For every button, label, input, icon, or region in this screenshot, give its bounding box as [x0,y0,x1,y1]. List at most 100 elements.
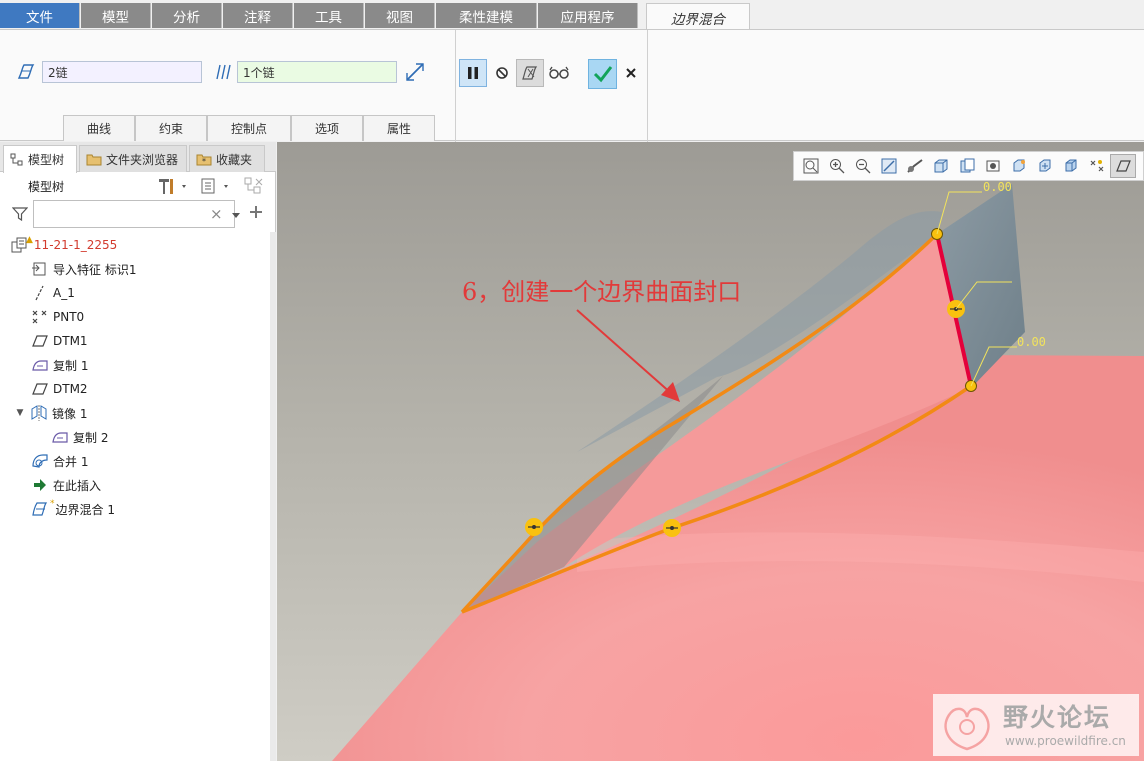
tree-search-row: × [8,200,270,230]
tree-search-input[interactable] [33,200,235,228]
verify-mode-button[interactable] [545,59,573,87]
tree-settings-icon[interactable] [156,176,190,199]
annotation-display-icon[interactable] [1032,154,1058,178]
search-options-icon[interactable] [231,209,241,223]
tab-flexible-modeling[interactable]: 柔性建模 [436,3,537,28]
repaint-icon[interactable] [876,154,902,178]
filter-icon[interactable] [11,206,29,225]
tab-applications[interactable]: 应用程序 [538,3,638,28]
geometry-preview-button[interactable] [516,59,544,87]
copy-surface-icon [51,428,69,446]
import-feature-icon [31,260,49,278]
view-toolbar [793,151,1144,181]
tree-item-label: A_1 [53,286,75,300]
tree-item-label: 合并 1 [53,454,89,469]
view-manager-icon[interactable] [954,154,980,178]
ribbon-separator [455,30,456,142]
boundary-blend-icon [31,500,49,518]
first-direction-icon[interactable] [15,61,37,83]
add-filter-icon[interactable] [249,205,263,222]
graphics-viewport[interactable]: 0.00 0.00 6，创建一个边界曲面封口 野火论坛 www.proewild… [277,142,1144,761]
saved-views-icon[interactable] [928,154,954,178]
folder-icon [86,154,102,166]
collapse-arrow-icon[interactable]: ▼ [14,408,26,418]
merge-icon [31,452,49,470]
tree-item-merge-1[interactable]: 合并 1 [31,450,88,472]
tree-item-insert-here[interactable]: 在此插入 [31,474,101,496]
tab-model-tree[interactable]: 模型树 [3,145,77,173]
subtab-constraints[interactable]: 约束 [135,115,207,141]
forum-logo-icon [944,707,990,751]
tree-item-point[interactable]: PNT0 [31,306,84,328]
second-direction-icon[interactable] [212,61,234,83]
datum-display-icon[interactable] [1058,154,1084,178]
watermark: 野火论坛 www.proewildfire.cn [933,694,1139,756]
tree-item-axis[interactable]: A_1 [31,282,75,304]
tab-boundary-blend[interactable]: 边界混合 [646,3,750,31]
clear-search-icon[interactable]: × [210,205,223,223]
spin-center-icon[interactable] [1006,154,1032,178]
annotation-text: 6，创建一个边界曲面封口 [462,278,741,306]
subtab-curves[interactable]: 曲线 [63,115,135,141]
plane-display-icon[interactable] [1110,154,1136,178]
watermark-url: www.proewildfire.cn [1005,734,1126,748]
tab-favorites-label: 收藏夹 [216,152,253,167]
tree-item-label: PNT0 [53,310,85,324]
second-direction-collector[interactable]: 1个链 [237,61,397,83]
pause-button[interactable] [459,59,487,87]
datum-plane-icon [31,380,49,398]
tree-item-boundary-blend-1[interactable]: * 边界混合 1 [31,498,115,520]
tree-scrollbar[interactable] [270,232,276,761]
tree-title: 模型树 [28,180,65,194]
axis-icon [31,284,49,302]
no-preview-button[interactable] [488,59,516,87]
tree-item-label: 在此插入 [53,478,102,493]
dimension-label[interactable]: 0.00 [983,180,1012,194]
tree-item-dtm1[interactable]: DTM1 [31,330,88,352]
model-scene[interactable]: 0.00 0.00 6，创建一个边界曲面封口 [277,142,1144,761]
tree-item-dtm2[interactable]: DTM2 [31,378,88,400]
tab-favorites[interactable]: * 收藏夹 [189,145,265,172]
confirm-button[interactable] [588,59,617,89]
point-display-icon[interactable] [1084,154,1110,178]
mirror-icon [30,404,48,422]
watermark-title: 野火论坛 [1003,703,1112,732]
tree-item-copy-2[interactable]: 复制 2 [51,426,108,448]
tree-filter-settings-icon[interactable] [243,176,265,199]
display-style-icon[interactable] [902,154,928,178]
zoom-in-icon[interactable] [824,154,850,178]
approximate-blend-icon[interactable] [404,61,426,83]
tree-item-root[interactable]: ▲ 11-21-1_2255 [10,234,117,256]
tree-item-label: 镜像 1 [52,406,88,421]
tab-annotate[interactable]: 注释 [223,3,293,28]
tab-tools[interactable]: 工具 [294,3,364,28]
subtab-properties[interactable]: 属性 [363,115,435,141]
tab-analysis[interactable]: 分析 [152,3,222,28]
subtab-options[interactable]: 选项 [291,115,363,141]
show-options-icon[interactable] [200,176,234,199]
tree-item-mirror-1[interactable]: ▼ 镜像 1 [14,402,87,424]
refit-icon[interactable] [798,154,824,178]
tree-item-copy-1[interactable]: 复制 1 [31,354,88,376]
subtab-control-points[interactable]: 控制点 [207,115,291,141]
tree-item-label: 复制 2 [73,430,109,445]
zoom-out-icon[interactable] [850,154,876,178]
dimension-label[interactable]: 0.00 [1017,335,1046,349]
navigator-tabs: 模型树 文件夹浏览器 * 收藏夹 [0,142,276,173]
first-direction-collector[interactable]: 2链 [42,61,202,83]
app-window: 文件 模型 分析 注释 工具 视图 柔性建模 应用程序 边界混合 2链 1个链 [0,0,1144,761]
tree-item-import-feature[interactable]: 导入特征 标识1 [31,258,136,280]
svg-text:*: * [202,157,206,166]
tab-folder-browser[interactable]: 文件夹浏览器 [79,145,187,172]
tree-header: 模型树 [0,172,270,200]
annotation-arrow [576,309,673,395]
datum-plane-icon [31,332,49,350]
cancel-button[interactable] [617,59,645,87]
perspective-icon[interactable] [980,154,1006,178]
tab-model[interactable]: 模型 [81,3,151,28]
tab-file[interactable]: 文件 [0,3,80,28]
model-tree-icon [10,153,23,165]
ribbon: 2链 1个链 曲线 约束 控制点 选项 属性 [0,29,1144,142]
point-icon [31,308,49,326]
tab-view[interactable]: 视图 [365,3,435,28]
